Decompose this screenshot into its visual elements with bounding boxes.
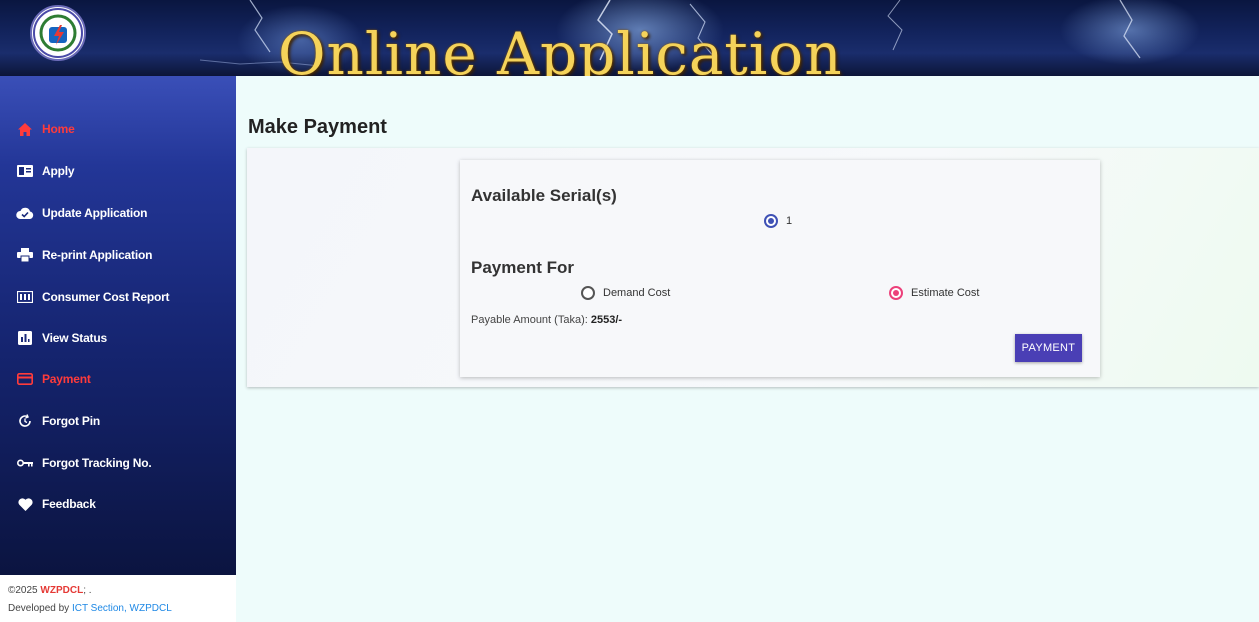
payment-button[interactable]: PAYMENT xyxy=(1015,334,1082,362)
sidebar-item-label: Re-print Application xyxy=(42,248,153,262)
sidebar: Home Apply Update Application Re-print A… xyxy=(0,76,236,575)
payable-amount-label: Payable Amount (Taka): xyxy=(471,314,591,326)
serial-radio-label: 1 xyxy=(786,215,793,227)
sidebar-item-payment[interactable]: Payment xyxy=(0,362,236,396)
payment-for-heading: Payment For xyxy=(471,258,574,277)
estimate-cost-radio[interactable]: Estimate Cost xyxy=(889,286,979,300)
sidebar-item-label: View Status xyxy=(42,331,107,345)
refresh-icon xyxy=(15,411,35,431)
wzpdcl-logo[interactable] xyxy=(30,5,86,61)
sidebar-item-label: Payment xyxy=(42,372,91,386)
sidebar-item-apply[interactable]: Apply xyxy=(0,154,236,188)
report-icon xyxy=(15,287,35,307)
copyright-line: ©2025 WZPDCL; . xyxy=(8,582,236,600)
payable-amount: Payable Amount (Taka): 2553/- xyxy=(471,314,622,326)
ict-section-link[interactable]: ICT Section, WZPDCL xyxy=(72,603,172,614)
form-icon xyxy=(15,161,35,181)
sidebar-item-label: Home xyxy=(42,122,75,136)
heart-icon xyxy=(15,494,35,514)
cloud-check-icon xyxy=(15,203,35,223)
sidebar-item-label: Consumer Cost Report xyxy=(42,290,170,304)
payable-amount-value: 2553/- xyxy=(590,314,623,326)
sidebar-item-home[interactable]: Home xyxy=(0,112,236,146)
copyright-suffix: ; . xyxy=(83,585,92,596)
sidebar-item-view-status[interactable]: View Status xyxy=(0,321,236,355)
sidebar-item-consumer-cost-report[interactable]: Consumer Cost Report xyxy=(0,280,236,314)
sidebar-item-label: Forgot Pin xyxy=(42,414,100,428)
sidebar-item-label: Feedback xyxy=(42,497,96,511)
sidebar-item-forgot-pin[interactable]: Forgot Pin xyxy=(0,404,236,438)
available-serials-heading: Available Serial(s) xyxy=(471,186,617,205)
serial-radio-1[interactable]: 1 xyxy=(764,214,792,228)
radio-unselected-icon xyxy=(581,286,595,300)
demand-cost-label: Demand Cost xyxy=(603,287,671,299)
sidebar-item-label: Update Application xyxy=(42,206,148,220)
developed-by-text: Developed by xyxy=(8,603,72,614)
header-banner: Online Application xyxy=(0,0,1259,76)
printer-icon xyxy=(15,245,35,265)
credit-card-icon xyxy=(15,369,35,389)
developer-credit: Developed by ICT Section, WZPDCL xyxy=(8,600,236,618)
radio-selected-icon xyxy=(764,214,778,228)
banner-title: Online Application xyxy=(278,20,843,76)
bar-chart-icon xyxy=(15,328,35,348)
radio-selected-icon xyxy=(889,286,903,300)
demand-cost-radio[interactable]: Demand Cost xyxy=(581,286,670,300)
sidebar-item-forgot-tracking-no[interactable]: Forgot Tracking No. xyxy=(0,446,236,480)
sidebar-item-label: Forgot Tracking No. xyxy=(42,456,152,470)
logo-emblem-icon xyxy=(33,8,83,58)
footer: ©2025 WZPDCL; . Developed by ICT Section… xyxy=(0,575,236,622)
home-icon xyxy=(15,119,35,139)
copyright-text: ©2025 xyxy=(8,585,41,596)
sidebar-item-label: Apply xyxy=(42,164,75,178)
sidebar-item-feedback[interactable]: Feedback xyxy=(0,487,236,521)
key-icon xyxy=(15,453,35,473)
sidebar-item-reprint-application[interactable]: Re-print Application xyxy=(0,238,236,272)
sidebar-item-update-application[interactable]: Update Application xyxy=(0,196,236,230)
page-title: Make Payment xyxy=(248,116,387,138)
estimate-cost-label: Estimate Cost xyxy=(911,287,980,299)
footer-org-link[interactable]: WZPDCL xyxy=(40,585,83,596)
